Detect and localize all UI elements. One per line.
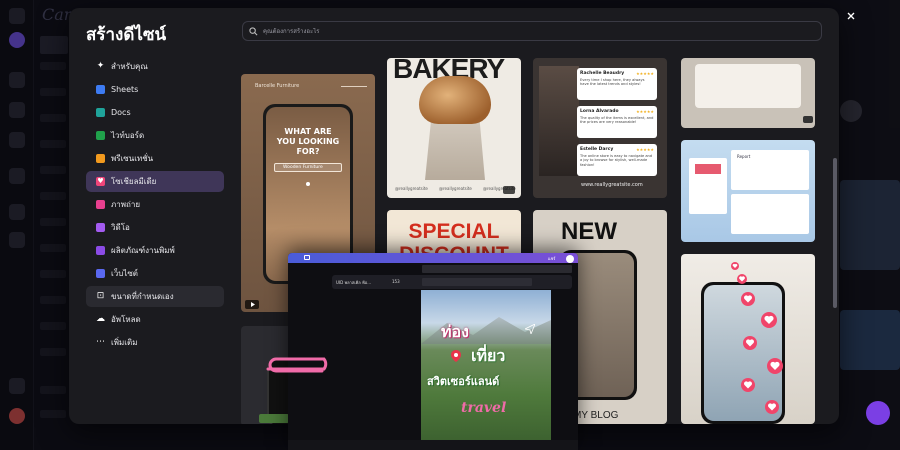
menu-item-label: ไวท์บอร์ด	[111, 131, 145, 140]
sparkle-icon: ✦	[96, 61, 105, 71]
search-input[interactable]	[263, 27, 803, 35]
menu-item-more[interactable]: ⋯ เพิ่มเติม	[86, 332, 224, 353]
search-icon	[249, 26, 258, 35]
template-report[interactable]: Report	[681, 140, 815, 242]
ruler-top	[422, 265, 572, 273]
print-icon	[96, 246, 105, 255]
menu-item-label: เพิ่มเติม	[111, 338, 138, 347]
bread-image	[419, 76, 491, 124]
location-pin-icon	[451, 350, 461, 362]
heart-icon	[767, 358, 783, 374]
timeline-ruler	[288, 440, 578, 450]
category-menu: ✦ สำหรับคุณ Sheets Docs ไวท์บอร์ดพรีเซนเทชั่…	[86, 56, 224, 355]
scrollbar[interactable]	[833, 158, 837, 308]
heart-icon	[743, 336, 757, 350]
sheets-icon	[96, 85, 105, 94]
menu-item-presentation[interactable]: พรีเซนเทชั่น	[86, 148, 224, 169]
menu-item-docs[interactable]: Docs	[86, 102, 224, 123]
custom-size-icon: ⊡	[96, 291, 105, 301]
close-icon	[847, 12, 855, 20]
menu-item-sheets[interactable]: Sheets	[86, 79, 224, 100]
star-rating: ★★★★★	[636, 71, 654, 76]
paperclip-icon	[266, 357, 328, 373]
avatar	[566, 255, 574, 263]
menu-item-label: Docs	[111, 108, 131, 117]
menu-item-video[interactable]: วิดีโอ	[86, 217, 224, 238]
website-icon	[96, 269, 105, 278]
video-icon	[503, 186, 515, 194]
heart-icon	[765, 400, 779, 414]
template-reviews[interactable]: Rachelle Beaudry ★★★★★ Every time I shop h…	[533, 58, 667, 198]
docs-icon	[96, 108, 105, 117]
template-bakery[interactable]: BAKERY @reallygreatsite @reallygreatsite…	[387, 58, 521, 198]
modal-title: สร้างดีไซน์	[86, 25, 167, 45]
heart-icon	[761, 312, 777, 328]
search-bar[interactable]	[242, 21, 822, 41]
upload-icon: ☁	[96, 314, 105, 324]
home-icon	[304, 255, 310, 260]
photo-icon	[96, 200, 105, 209]
editor-preview: แชร์ UID พลาสเคิ่ล ฟ้อ... 153 ท่อง เที่ย…	[288, 253, 578, 450]
star-rating: ★★★★★	[636, 109, 654, 114]
menu-item-whiteboard[interactable]: ไวท์บอร์ด	[86, 125, 224, 146]
template-likes[interactable]	[681, 254, 815, 424]
close-button[interactable]	[843, 8, 859, 24]
menu-item-website[interactable]: เว็บไซต์	[86, 263, 224, 284]
menu-item-upload[interactable]: ☁ อัพโหลด	[86, 309, 224, 330]
menu-item-sparkle[interactable]: ✦ สำหรับคุณ	[86, 56, 224, 77]
whiteboard-icon	[96, 131, 105, 140]
heart-icon	[741, 378, 755, 392]
review-card: Rachelle Beaudry ★★★★★ Every time I shop h…	[577, 68, 657, 100]
star-rating: ★★★★★	[636, 147, 654, 152]
text-toolbar: UID พลาสเคิ่ล ฟ้อ... 153	[332, 275, 572, 289]
menu-item-label: เว็บไซต์	[111, 269, 138, 278]
menu-item-label: พรีเซนเทชั่น	[111, 154, 154, 163]
help-button[interactable]	[866, 401, 890, 425]
menu-item-label: ขนาดที่กำหนดเอง	[111, 292, 174, 301]
more-icon: ⋯	[96, 337, 105, 347]
paper-plane-icon	[525, 324, 535, 334]
menu-item-custom-size[interactable]: ⊡ ขนาดที่กำหนดเอง	[86, 286, 224, 307]
heart-icon	[737, 274, 747, 284]
template-chat[interactable]	[681, 58, 815, 128]
menu-item-label: โซเชียลมีเดีย	[111, 177, 157, 186]
clothing-rack-image	[539, 66, 579, 176]
menu-item-label: ภาพถ่าย	[111, 200, 141, 209]
furniture-search-box: Wooden Furniture	[274, 163, 342, 172]
menu-item-photo[interactable]: ภาพถ่าย	[86, 194, 224, 215]
play-icon	[245, 300, 259, 309]
heart-icon	[731, 262, 739, 270]
video-icon	[96, 223, 105, 232]
menu-item-label: ผลิตภัณฑ์งานพิมพ์	[111, 246, 175, 255]
menu-item-label: วิดีโอ	[111, 223, 130, 232]
menu-item-heart[interactable]: ♥ โซเชียลมีเดีย	[86, 171, 224, 192]
menu-item-label: สำหรับคุณ	[111, 62, 148, 71]
menu-item-print[interactable]: ผลิตภัณฑ์งานพิมพ์	[86, 240, 224, 261]
heart-icon: ♥	[96, 177, 105, 186]
menu-item-label: Sheets	[111, 85, 139, 94]
editor-topbar: แชร์	[288, 253, 578, 263]
menu-item-label: อัพโหลด	[111, 315, 141, 324]
presentation-icon	[96, 154, 105, 163]
design-canvas[interactable]: ท่อง เที่ยว สวิตเซอร์แลนด์ travel	[421, 290, 551, 440]
review-card: Estelle Darcy ★★★★★ The online store is ea…	[577, 144, 657, 176]
review-card: Lorna Alvarado ★★★★★ The quality of the it…	[577, 106, 657, 138]
heart-icon	[741, 292, 755, 306]
